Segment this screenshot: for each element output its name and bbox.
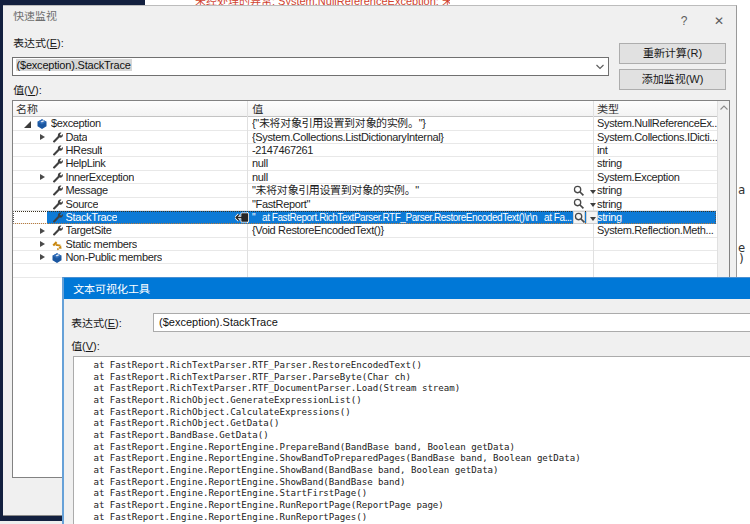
- add-watch-button[interactable]: 添加监视(W): [619, 69, 726, 90]
- wrench-icon: [51, 185, 63, 197]
- scrollbar-up-icon[interactable]: [720, 105, 728, 111]
- wrench-icon: [51, 199, 63, 211]
- grid-header: 名称 值 类型: [13, 101, 717, 117]
- watch-row-static-members[interactable]: Static members: [13, 238, 717, 251]
- watch-row-hresult[interactable]: HResult -2147467261 int: [13, 144, 717, 157]
- watch-row-innerexception[interactable]: InnerException null System.Exception: [13, 171, 717, 184]
- visualizer-dropdown-icon[interactable]: [587, 185, 599, 197]
- expander-expanded-icon[interactable]: [24, 121, 31, 128]
- cell-value[interactable]: {"未将对象引用设置到对象的实例。"}: [252, 117, 582, 130]
- cell-type[interactable]: string: [597, 198, 717, 211]
- column-header-name[interactable]: 名称: [16, 104, 38, 115]
- watch-row-data[interactable]: Data {System.Collections.ListDictionaryIn…: [13, 131, 717, 144]
- cell-value[interactable]: "FastReport": [252, 198, 582, 211]
- text-visualizer-titlebar[interactable]: 文本可视化工具: [64, 278, 750, 299]
- background-editor-fragments: ae): [737, 5, 750, 278]
- expander-collapsed-icon[interactable]: [40, 254, 45, 260]
- column-header-type[interactable]: 类型: [597, 104, 619, 115]
- watch-row-stacktrace[interactable]: StackTrace" at FastReport.RichTextParser…: [13, 211, 717, 224]
- cell-type[interactable]: System.Collections.IDicti...: [597, 131, 717, 144]
- magnifier-icon[interactable]: [573, 185, 585, 197]
- cell-value[interactable]: null: [252, 157, 582, 170]
- focus-rectangle: [13, 211, 716, 224]
- magnifier-icon[interactable]: [573, 198, 585, 210]
- wrench-icon: [51, 172, 63, 184]
- quickwatch-dialog-title: 快速监视: [13, 11, 57, 22]
- cell-name[interactable]: InnerException: [66, 171, 134, 184]
- help-button[interactable]: ?: [673, 13, 695, 29]
- cell-name[interactable]: Non-Public members: [66, 251, 162, 264]
- cell-type[interactable]: System.NullReferenceEx...: [597, 117, 717, 130]
- text-visualizer-dialog: 文本可视化工具 表达式(E): ($exception).StackTrace …: [62, 277, 750, 524]
- combobox-dropdown-icon[interactable]: [595, 63, 605, 71]
- visualizer-value-label: 值(V):: [71, 341, 100, 352]
- static-members-icon: [51, 239, 63, 251]
- text-visualizer-title: 文本可视化工具: [73, 284, 150, 295]
- expression-label: 表达式(E):: [13, 38, 64, 49]
- editor-text-fragment: a: [738, 183, 745, 197]
- object-cube-icon: [51, 252, 63, 264]
- expander-collapsed-icon[interactable]: [40, 174, 45, 180]
- stack-trace-text: at FastReport.RichTextParser.RTF_Parser.…: [77, 360, 581, 523]
- watch-row--exception[interactable]: $exception {"未将对象引用设置到对象的实例。"} System.Null…: [13, 117, 717, 130]
- cell-value[interactable]: -2147467261: [252, 144, 582, 157]
- expression-combobox[interactable]: ($exception).StackTrace: [12, 57, 609, 76]
- wrench-icon: [51, 225, 63, 237]
- wrench-icon: [51, 145, 63, 157]
- cell-name[interactable]: Source: [66, 198, 99, 211]
- editor-text-fragment: ): [738, 252, 745, 266]
- value-label: 值(V):: [13, 85, 42, 96]
- cell-value[interactable]: {System.Collections.ListDictionaryIntern…: [252, 131, 582, 144]
- cell-name[interactable]: Static members: [66, 238, 138, 251]
- cell-type[interactable]: System.Reflection.Meth...: [597, 224, 717, 237]
- expander-collapsed-icon[interactable]: [40, 228, 45, 234]
- cell-name[interactable]: Message: [66, 184, 108, 197]
- expression-combobox-value: ($exception).StackTrace: [16, 59, 132, 71]
- cell-name[interactable]: $exception: [51, 117, 101, 130]
- cell-value[interactable]: "未将对象引用设置到对象的实例。": [252, 184, 582, 197]
- watch-row-message[interactable]: Message "未将对象引用设置到对象的实例。" string: [13, 184, 717, 197]
- expander-collapsed-icon[interactable]: [40, 241, 45, 247]
- cell-name[interactable]: TargetSite: [66, 224, 112, 237]
- visualizer-dropdown-icon[interactable]: [586, 211, 598, 224]
- watch-row-source[interactable]: Source "FastReport" string: [13, 198, 717, 211]
- visualizer-text-area[interactable]: at FastReport.RichTextParser.RTF_Parser.…: [73, 356, 750, 524]
- wrench-icon: [51, 132, 63, 144]
- cell-value[interactable]: null: [252, 171, 582, 184]
- cell-type[interactable]: int: [597, 144, 717, 157]
- grid-rows: $exception {"未将对象引用设置到对象的实例。"} System.Null…: [13, 117, 717, 277]
- watch-row-empty: [13, 264, 717, 277]
- visualizer-expression-label: 表达式(E):: [71, 318, 122, 329]
- object-cube-icon: [36, 118, 48, 130]
- visualizer-dropdown-icon[interactable]: [587, 198, 599, 210]
- reevaluate-button[interactable]: 重新计算(R): [619, 43, 726, 64]
- cell-type[interactable]: string: [597, 184, 717, 197]
- magnifier-icon[interactable]: [573, 211, 585, 224]
- watch-row-targetsite[interactable]: TargetSite {Void RestoreEncodedText()} Sys…: [13, 224, 717, 237]
- close-button[interactable]: ✕: [707, 13, 731, 29]
- cell-name[interactable]: HelpLink: [66, 157, 106, 170]
- visualizer-expression-field[interactable]: ($exception).StackTrace: [153, 313, 750, 332]
- column-header-value[interactable]: 值: [252, 104, 263, 115]
- wrench-icon: [51, 158, 63, 170]
- cell-name[interactable]: HResult: [66, 144, 103, 157]
- expander-collapsed-icon[interactable]: [40, 134, 45, 140]
- watch-row-helplink[interactable]: HelpLink null string: [13, 157, 717, 170]
- cell-value[interactable]: {Void RestoreEncodedText()}: [252, 224, 582, 237]
- watch-row-non-public-members[interactable]: Non-Public members: [13, 251, 717, 264]
- cell-type[interactable]: System.Exception: [597, 171, 717, 184]
- cell-type[interactable]: string: [597, 157, 717, 170]
- cell-name[interactable]: Data: [66, 131, 88, 144]
